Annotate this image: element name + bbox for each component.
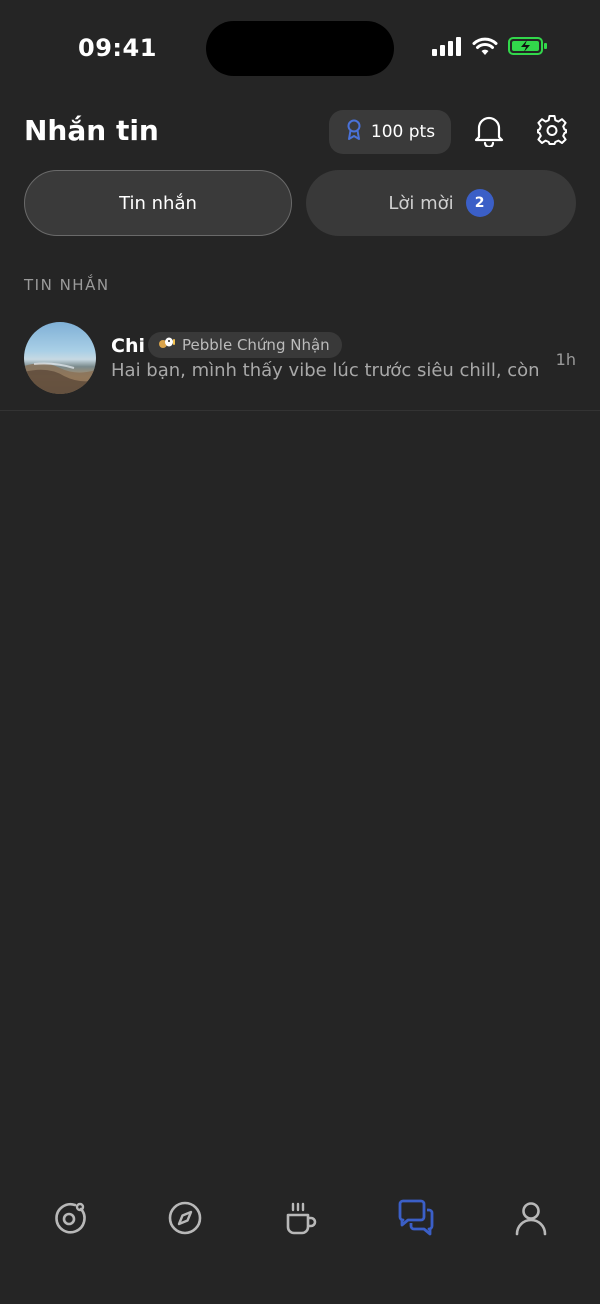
nav-orbit[interactable] (47, 1198, 91, 1242)
coffee-cup-icon (281, 1199, 319, 1241)
wifi-icon (472, 36, 498, 60)
settings-button[interactable] (532, 112, 572, 152)
invitations-count-badge: 2 (465, 189, 494, 217)
tab-messages-label: Tin nhắn (119, 192, 197, 214)
status-bar: 09:41 (0, 0, 600, 96)
tab-bar: Tin nhắn Lời mời 2 (24, 170, 576, 238)
sender-name: Chi (111, 335, 145, 357)
cellular-signal-icon (432, 36, 462, 60)
pebble-icon (158, 336, 176, 354)
nav-explore[interactable] (163, 1198, 207, 1242)
tab-messages[interactable]: Tin nhắn (24, 170, 292, 236)
message-time: 1h (555, 350, 576, 369)
page-title: Nhắn tin (24, 114, 159, 147)
bell-icon (473, 113, 505, 151)
message-preview: Hai bạn, mình thấy vibe lúc trước siêu c… (111, 360, 541, 381)
nav-profile[interactable] (509, 1198, 553, 1242)
chat-bubbles-icon (396, 1198, 436, 1242)
verified-badge-label: Pebble Chứng Nhận (182, 336, 330, 354)
status-time: 09:41 (78, 34, 157, 62)
award-ribbon-icon (345, 119, 363, 146)
points-chip[interactable]: 100 pts (329, 110, 451, 154)
section-label: TIN NHẮN (24, 276, 110, 294)
points-label: 100 pts (370, 122, 436, 142)
header: Nhắn tin 100 pts (0, 100, 600, 164)
user-profile-icon (514, 1200, 548, 1240)
orbit-icon (50, 1199, 88, 1241)
bottom-navigation (0, 1180, 600, 1260)
dynamic-island (206, 21, 394, 76)
conversation-row[interactable]: Chi Pebble Chứng Nhận Hai bạn, mình thấy… (0, 314, 600, 411)
battery-charging-icon (508, 36, 548, 60)
verified-badge: Pebble Chứng Nhận (148, 332, 342, 358)
nav-messages[interactable] (394, 1198, 438, 1242)
avatar (24, 322, 96, 394)
tab-invitations-label: Lời mời (388, 192, 454, 214)
compass-icon (167, 1200, 203, 1240)
gear-icon (536, 114, 568, 150)
status-icons (432, 36, 548, 60)
nav-cafe[interactable] (278, 1198, 322, 1242)
notifications-button[interactable] (469, 112, 509, 152)
tab-invitations[interactable]: Lời mời 2 (306, 170, 576, 236)
